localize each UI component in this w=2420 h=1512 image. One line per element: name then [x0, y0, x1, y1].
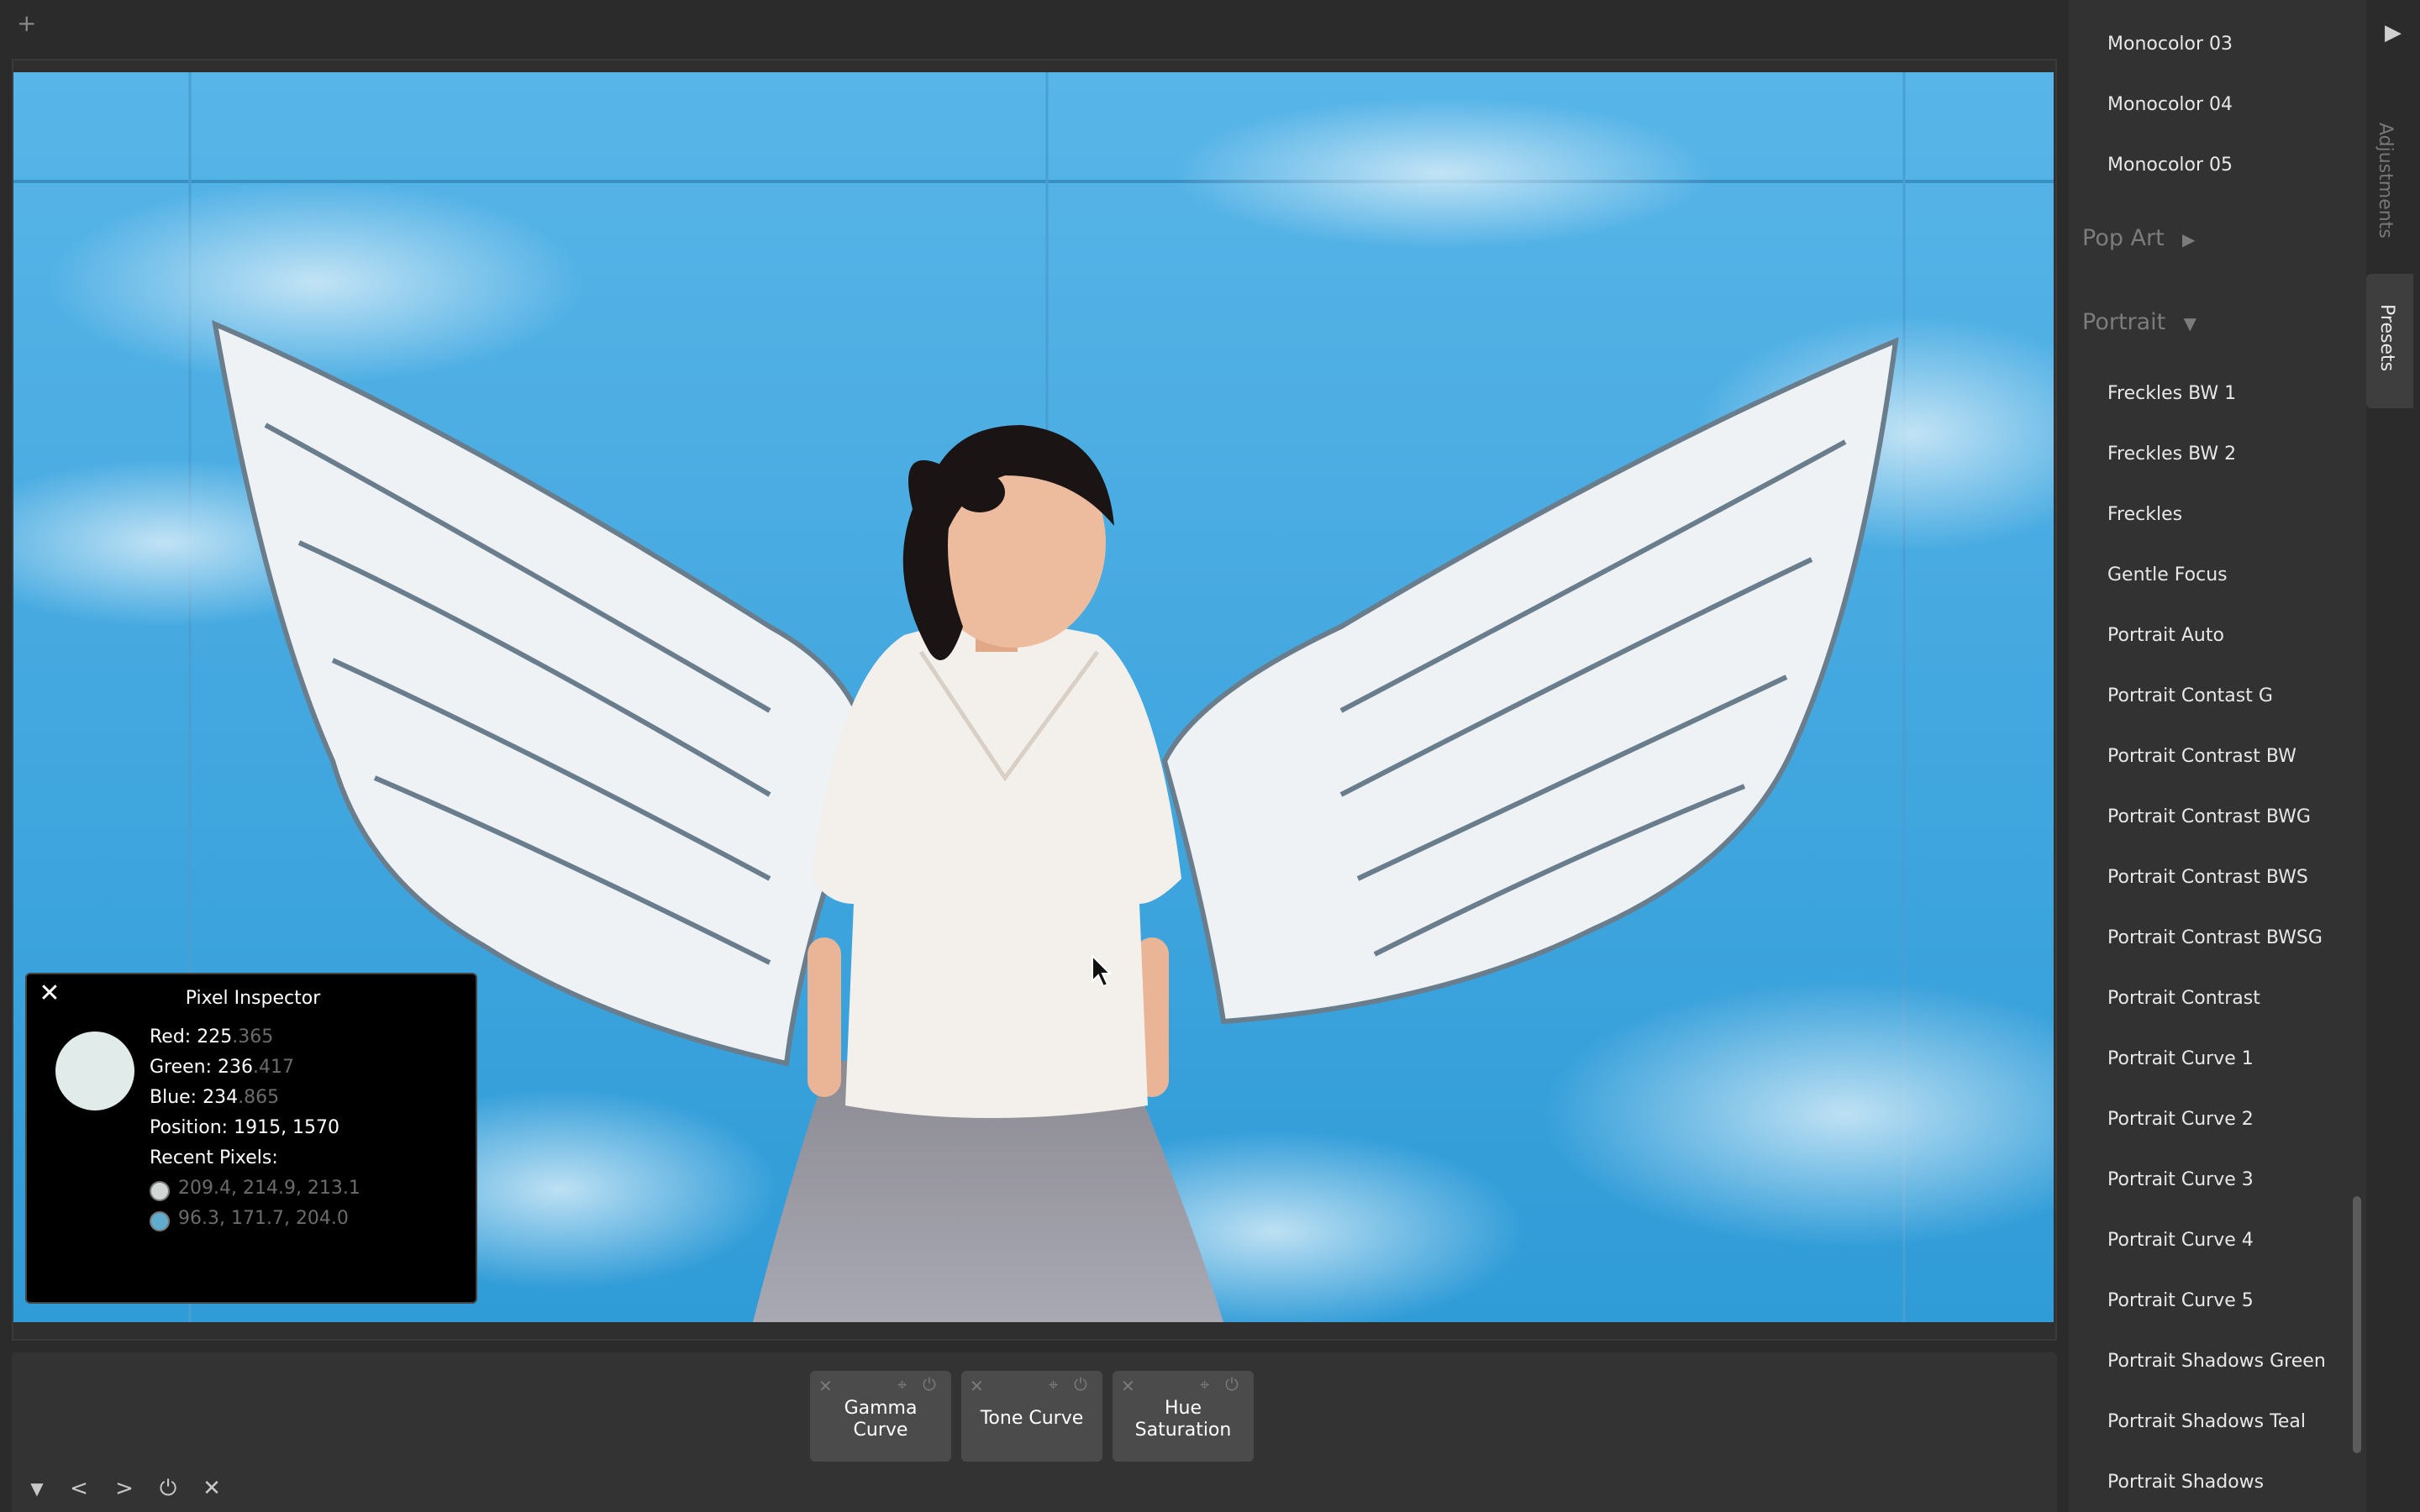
preset-item[interactable]: Portrait Curve 1	[2107, 1048, 2254, 1069]
recent-pixel-value: 96.3, 171.7, 204.0	[178, 1208, 349, 1229]
collapse-icon[interactable]: ▼	[20, 1472, 54, 1505]
close-icon[interactable]: ✕	[970, 1376, 984, 1396]
preset-item[interactable]: Freckles BW 1	[2107, 383, 2236, 404]
power-icon[interactable]: ⏻	[151, 1472, 185, 1505]
previous-button[interactable]: <	[62, 1472, 96, 1505]
recent-pixel-swatch	[150, 1211, 170, 1231]
preset-item[interactable]: Portrait Contrast	[2107, 988, 2260, 1009]
preset-item[interactable]: Portrait Shadows	[2107, 1472, 2264, 1493]
pin-icon[interactable]: ⌖	[897, 1374, 907, 1394]
preset-item[interactable]: Portrait Curve 3	[2107, 1169, 2254, 1190]
group-label: Pop Art	[2082, 225, 2165, 251]
preset-group-pop-art[interactable]: Pop Art ▶	[2082, 225, 2195, 251]
close-icon[interactable]: ✕	[195, 1472, 229, 1505]
pixel-inspector-title: Pixel Inspector	[185, 988, 321, 1009]
adjustment-label: Gamma	[844, 1398, 918, 1419]
power-icon[interactable]: ⏻	[1225, 1374, 1239, 1394]
next-button[interactable]: >	[108, 1472, 141, 1505]
preset-item[interactable]: Portrait Shadows Green	[2107, 1351, 2326, 1372]
blue-value: 234	[203, 1087, 239, 1108]
adjustment-card-hue-saturation[interactable]: ✕ ⌖ ⏻ Hue Saturation	[1113, 1371, 1254, 1462]
preset-item[interactable]: Freckles	[2107, 504, 2182, 525]
recent-pixels-label: Recent Pixels:	[150, 1147, 278, 1168]
chevron-down-icon: ▼	[2172, 313, 2196, 333]
preset-item[interactable]: Portrait Contrast BW	[2107, 746, 2296, 767]
green-value: 236	[218, 1057, 254, 1078]
blue-label: Blue:	[150, 1087, 197, 1108]
pin-icon[interactable]: ⌖	[1200, 1374, 1209, 1394]
preset-item[interactable]: Portrait Contast G	[2107, 685, 2273, 706]
red-label: Red:	[150, 1026, 192, 1047]
close-icon[interactable]: ✕	[818, 1376, 833, 1396]
green-readout: Green: 236.417	[150, 1057, 294, 1078]
top-toolbar	[0, 0, 2067, 55]
blue-fraction: .865	[238, 1087, 280, 1108]
preset-item[interactable]: Portrait Contrast BWG	[2107, 806, 2311, 827]
green-label: Green:	[150, 1057, 213, 1078]
adjustment-label: Tone Curve	[980, 1408, 1084, 1429]
recent-pixel-swatch	[150, 1181, 170, 1201]
recent-pixel-value: 209.4, 214.9, 213.1	[178, 1178, 360, 1199]
red-fraction: .365	[232, 1026, 274, 1047]
preset-item[interactable]: Monocolor 05	[2107, 155, 2233, 176]
adjustment-label: Curve	[853, 1420, 908, 1441]
preset-item[interactable]: Portrait Curve 2	[2107, 1109, 2254, 1130]
red-readout: Red: 225.365	[150, 1026, 273, 1047]
chevron-right-icon: ▶	[2171, 229, 2196, 249]
preset-item[interactable]: Monocolor 04	[2107, 94, 2233, 115]
adjustment-label: Hue	[1164, 1398, 1202, 1419]
pixel-inspector-panel: ✕ Pixel Inspector Red: 225.365 Green: 23…	[25, 973, 477, 1304]
position-readout: Position: 1915, 1570	[150, 1117, 339, 1138]
add-tab-button[interactable]: +	[17, 7, 37, 40]
preset-item[interactable]: Portrait Shadows Teal	[2107, 1411, 2306, 1432]
preset-group-portrait[interactable]: Portrait ▼	[2082, 309, 2196, 335]
preset-item[interactable]: Portrait Curve 5	[2107, 1290, 2254, 1311]
green-fraction: .417	[253, 1057, 295, 1078]
preset-item[interactable]: Freckles BW 2	[2107, 444, 2236, 465]
tab-presets[interactable]: Presets	[2376, 304, 2397, 371]
sidebar-scrollbar[interactable]	[2353, 1196, 2361, 1453]
preset-item[interactable]: Portrait Contrast BWS	[2107, 867, 2308, 888]
red-value: 225	[197, 1026, 233, 1047]
preset-item[interactable]: Gentle Focus	[2107, 564, 2228, 585]
power-icon[interactable]: ⏻	[1074, 1374, 1087, 1394]
position-label: Position:	[150, 1117, 229, 1138]
group-label: Portrait	[2082, 309, 2166, 335]
adjustment-label: Saturation	[1134, 1420, 1232, 1441]
preset-item[interactable]: Portrait Contrast BWSG	[2107, 927, 2323, 948]
preset-item[interactable]: Portrait Curve 4	[2107, 1230, 2254, 1251]
color-swatch	[55, 1032, 134, 1110]
play-icon[interactable]: ▶	[2380, 20, 2407, 54]
adjustment-card-tone-curve[interactable]: ✕ ⌖ ⏻ Tone Curve	[961, 1371, 1102, 1462]
power-icon[interactable]: ⏻	[923, 1374, 936, 1394]
close-icon[interactable]: ✕	[1121, 1376, 1135, 1396]
pin-icon[interactable]: ⌖	[1049, 1374, 1058, 1394]
position-value: 1915, 1570	[234, 1117, 340, 1138]
adjustment-card-gamma-curve[interactable]: ✕ ⌖ ⏻ Gamma Curve	[810, 1371, 951, 1462]
blue-readout: Blue: 234.865	[150, 1087, 279, 1108]
tab-adjustments[interactable]: Adjustments	[2375, 123, 2396, 239]
preset-item[interactable]: Portrait Auto	[2107, 625, 2224, 646]
preset-item[interactable]: Monocolor 03	[2107, 34, 2233, 55]
